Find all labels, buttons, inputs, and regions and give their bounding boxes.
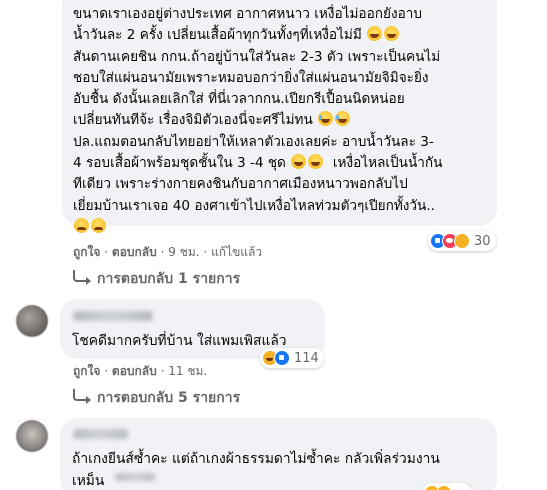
blurred-text: [115, 473, 155, 481]
like-icon: [274, 350, 290, 366]
comment-bubble: ขนาดเราเองอยู่ต่างประเทศ อากาศหนาว เหงื่…: [62, 0, 497, 233]
grinning-emoji-icon: [291, 154, 307, 170]
view-replies-link[interactable]: การตอบกลับ 5 รายการ: [73, 387, 240, 409]
reaction-summary[interactable]: 114: [260, 348, 324, 368]
like-action[interactable]: ถูกใจ: [73, 364, 100, 378]
reply-action[interactable]: ตอบกลับ: [112, 245, 157, 259]
author-name-blurred[interactable]: [73, 311, 153, 321]
grinning-emoji-icon: [367, 26, 383, 42]
like-action[interactable]: ถูกใจ: [73, 245, 100, 259]
timestamp[interactable]: 11 ชม.: [168, 364, 207, 378]
laughing-tears-emoji-icon: [335, 111, 351, 127]
comment-actions: ถูกใจ · ตอบกลับ · 9 ชม. · แก้ไขแล้ว: [73, 243, 262, 262]
reply-arrow-icon: [73, 270, 91, 285]
grinning-emoji-icon: [308, 154, 324, 170]
grinning-emoji-icon: [384, 26, 400, 42]
sad-emoji-icon: [91, 217, 106, 233]
comment-text: โชคดีมากครับที่บ้าน ใส่แพมเพิสแล้ว: [72, 333, 287, 349]
separator: ·: [160, 364, 165, 378]
author-name-blurred[interactable]: [73, 429, 128, 439]
edited-label: แก้ไขแล้ว: [211, 245, 263, 259]
view-replies-link[interactable]: การตอบกลับ 1 รายการ: [73, 268, 240, 290]
reaction-summary[interactable]: [422, 483, 472, 490]
reaction-count: 114: [294, 350, 319, 366]
haha-icon: [436, 485, 452, 490]
care-icon: [454, 233, 470, 249]
reply-arrow-icon: [73, 389, 91, 404]
laughing-tears-emoji-icon: [318, 111, 334, 127]
separator: ·: [104, 364, 109, 378]
comment-actions: ถูกใจ · ตอบกลับ · 11 ชม.: [73, 362, 207, 381]
comment-text: ถ้าเกงยีนส์ซ้ำคะ แต่ถ้าเกงผ้าธรรมดาไม่ซ้…: [72, 451, 440, 489]
reaction-summary[interactable]: 30: [428, 231, 496, 251]
comment-thread: ขนาดเราเองอยู่ต่างประเทศ อากาศหนาว เหงื่…: [0, 0, 547, 490]
reply-action[interactable]: ตอบกลับ: [112, 364, 157, 378]
separator: ·: [160, 245, 165, 259]
separator: ·: [203, 245, 208, 259]
sad-emoji-icon: [74, 217, 89, 233]
avatar[interactable]: [16, 305, 48, 337]
reaction-count: 30: [474, 233, 491, 249]
comment-text: ขนาดเราเองอยู่ต่างประเทศ อากาศหนาว เหงื่…: [73, 4, 485, 238]
separator: ·: [104, 245, 109, 259]
avatar[interactable]: [16, 420, 48, 452]
timestamp[interactable]: 9 ชม.: [168, 245, 199, 259]
